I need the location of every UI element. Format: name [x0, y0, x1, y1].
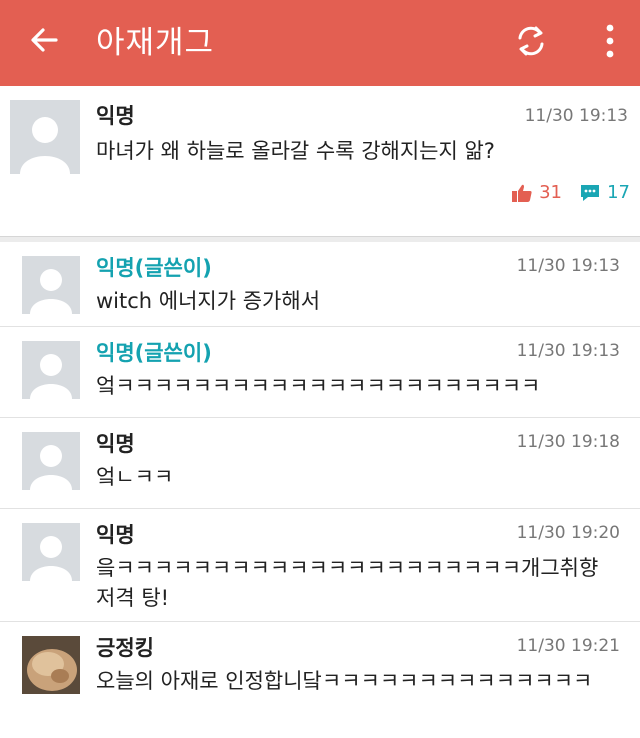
avatar [10, 100, 80, 174]
comment-author: 익명 [96, 432, 135, 456]
comment-content: 오늘의 아재로 인정합니닼ㅋㅋㅋㅋㅋㅋㅋㅋㅋㅋㅋㅋㅋㅋ [96, 669, 593, 693]
comment-author: 긍정킹 [96, 636, 154, 660]
default-avatar-icon [22, 256, 80, 314]
comment-icon [581, 184, 600, 201]
original-post: 익명 11/30 19:13 마녀가 왜 하늘로 올라갈 수록 강해지는지 앎?… [0, 86, 640, 236]
default-avatar-icon [10, 100, 80, 174]
post-author: 익명 [96, 104, 135, 128]
comment-content: 엌ㄴㅋㅋ [96, 465, 174, 489]
comment-author: 익명(글쓴이) [96, 256, 212, 280]
more-options-button[interactable] [600, 20, 620, 62]
comment-author: 익명 [96, 523, 135, 547]
post-time: 11/30 19:13 [524, 106, 628, 126]
comment-time: 11/30 19:20 [516, 523, 620, 543]
comment-content: witch 에너지가 증가해서 [96, 289, 321, 313]
post-content: 마녀가 왜 하늘로 올라갈 수록 강해지는지 앎? [96, 139, 495, 163]
comment-item: 익명(글쓴이) 11/30 19:13 엌ㅋㅋㅋㅋㅋㅋㅋㅋㅋㅋㅋㅋㅋㅋㅋㅋㅋㅋㅋ… [0, 327, 640, 418]
comment-content: 읔ㅋㅋㅋㅋㅋㅋㅋㅋㅋㅋㅋㅋㅋㅋㅋㅋㅋㅋㅋㅋㅋ개그취향 저격 탕! [96, 556, 599, 610]
comment-time: 11/30 19:21 [516, 636, 620, 656]
profile-photo-icon [22, 636, 80, 694]
default-avatar-icon [22, 432, 80, 490]
like-button[interactable]: 31 [511, 182, 562, 203]
comment-item: 긍정킹 11/30 19:21 오늘의 아재로 인정합니닼ㅋㅋㅋㅋㅋㅋㅋㅋㅋㅋㅋ… [0, 622, 640, 738]
comment-time: 11/30 19:13 [516, 341, 620, 361]
comment-item: 익명(글쓴이) 11/30 19:13 witch 에너지가 증가해서 [0, 242, 640, 327]
default-avatar-icon [22, 523, 80, 581]
comment-item: 익명 11/30 19:20 읔ㅋㅋㅋㅋㅋㅋㅋㅋㅋㅋㅋㅋㅋㅋㅋㅋㅋㅋㅋㅋㅋ개그취… [0, 509, 640, 622]
app-bar: 아재개그 [0, 0, 640, 86]
avatar [22, 432, 80, 490]
avatar-photo [22, 636, 80, 694]
default-avatar-icon [22, 341, 80, 399]
refresh-button[interactable] [512, 22, 550, 60]
avatar [22, 256, 80, 314]
avatar [22, 523, 80, 581]
comment-item: 익명 11/30 19:18 엌ㄴㅋㅋ [0, 418, 640, 509]
arrow-left-icon [31, 28, 58, 52]
refresh-icon [518, 26, 544, 56]
back-button[interactable] [26, 22, 62, 58]
page-title: 아재개그 [96, 25, 215, 61]
like-count: 31 [539, 182, 562, 203]
more-vertical-icon [606, 24, 614, 58]
comment-time: 11/30 19:18 [516, 432, 620, 452]
thumbs-up-icon [512, 184, 532, 202]
avatar [22, 341, 80, 399]
comment-time: 11/30 19:13 [516, 256, 620, 276]
comment-content: 엌ㅋㅋㅋㅋㅋㅋㅋㅋㅋㅋㅋㅋㅋㅋㅋㅋㅋㅋㅋㅋㅋㅋ [96, 374, 541, 398]
reply-count-button[interactable]: 17 [579, 182, 630, 203]
comment-author: 익명(글쓴이) [96, 341, 212, 365]
reply-count: 17 [607, 182, 630, 203]
